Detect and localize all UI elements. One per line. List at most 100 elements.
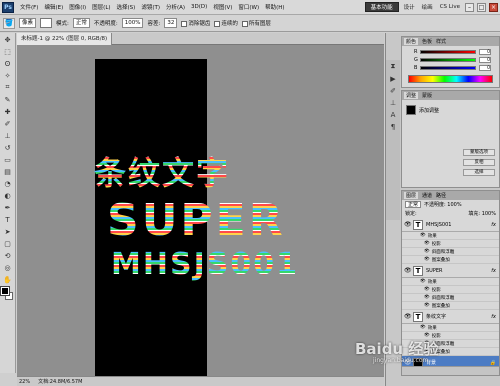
crop-tool-icon[interactable]: ⌗ (1, 82, 15, 93)
menu-3d[interactable]: 3D(D) (188, 4, 210, 10)
maximize-icon[interactable]: □ (477, 2, 486, 12)
shape-tool-icon[interactable]: ▢ (1, 238, 15, 249)
close-icon[interactable]: × (489, 2, 498, 12)
fx-icon[interactable]: fx (491, 222, 496, 228)
paint-bucket-tool-icon[interactable]: 🪣 (3, 17, 15, 29)
status-zoom[interactable]: 22% (19, 379, 30, 385)
3d-camera-tool-icon[interactable]: ◎ (1, 262, 15, 273)
3d-rotate-tool-icon[interactable]: ⟲ (1, 250, 15, 261)
document-tab[interactable]: 未标题-1 @ 22% (图层 0, RGB/8) (17, 32, 113, 45)
menu-select[interactable]: 选择(S) (114, 3, 139, 11)
tab-adjustments[interactable]: 调整 (404, 92, 419, 99)
opacity-field[interactable]: 100% (121, 18, 144, 28)
magic-wand-tool-icon[interactable]: ✧ (1, 70, 15, 81)
hand-tool-icon[interactable]: ✋ (1, 274, 15, 285)
tolerance-field[interactable]: 32 (164, 18, 178, 28)
eye-icon[interactable]: 👁 (424, 295, 430, 300)
menu-view[interactable]: 视图(V) (210, 3, 235, 11)
fx-icon[interactable]: fx (491, 314, 496, 320)
adjustment-item[interactable]: 添加调整 (402, 104, 499, 116)
effect-row[interactable]: 👁 效果 (402, 324, 499, 332)
eye-icon[interactable]: 👁 (424, 249, 430, 254)
layer-row[interactable]: 👁 T SUPER fx (402, 264, 499, 278)
move-tool-icon[interactable]: ✥ (1, 34, 15, 45)
character-panel-icon[interactable]: A (386, 109, 400, 120)
history-brush-tool-icon[interactable]: ↺ (1, 142, 15, 153)
blend-mode-select[interactable]: 正常 (405, 201, 422, 208)
workspace-design-link[interactable]: 设计 (402, 3, 417, 11)
history-panel-icon[interactable]: ⧗ (386, 61, 400, 72)
layer-opacity-field[interactable]: 不透明度: 100% (424, 201, 462, 208)
pen-tool-icon[interactable]: ✒ (1, 202, 15, 213)
eye-icon[interactable]: 👁 (404, 313, 412, 320)
fill-source-select[interactable]: 像素 (19, 18, 37, 28)
slider-blue[interactable]: B 0 (402, 64, 499, 72)
layer-row[interactable]: 👁 T MHSJS001 fx (402, 218, 499, 232)
tab-paths[interactable]: 路径 (436, 192, 446, 199)
menu-edit[interactable]: 编辑(E) (41, 3, 66, 11)
marquee-tool-icon[interactable]: ⬚ (1, 46, 15, 57)
type-tool-icon[interactable]: T (1, 214, 15, 225)
eye-icon[interactable]: 👁 (424, 241, 430, 246)
all-layers-checkbox[interactable]: 所有图层 (241, 19, 271, 27)
brushes-panel-icon[interactable]: ✐ (386, 85, 400, 96)
brush-tool-icon[interactable]: ✐ (1, 118, 15, 129)
menu-layer[interactable]: 图层(L) (89, 3, 113, 11)
tab-channels[interactable]: 通道 (422, 192, 432, 199)
fill-field[interactable]: 填充: 100% (468, 210, 496, 217)
effect-row[interactable]: 👁 图案叠加 (402, 256, 499, 264)
eye-icon[interactable]: 👁 (424, 303, 430, 308)
eye-icon[interactable]: 👁 (424, 287, 430, 292)
select-button[interactable]: 选择 (463, 169, 495, 176)
cs-live-link[interactable]: CS Live (438, 4, 462, 10)
layer-row[interactable]: 👁 T 条纹文字 fx (402, 310, 499, 324)
slider-red[interactable]: R 0 (402, 48, 499, 56)
healing-tool-icon[interactable]: ✚ (1, 106, 15, 117)
tab-layers[interactable]: 图层 (404, 192, 419, 199)
menu-filter[interactable]: 滤镜(T) (138, 3, 163, 11)
paragraph-panel-icon[interactable]: ¶ (386, 121, 400, 132)
eye-icon[interactable]: 👁 (404, 267, 412, 274)
slider-green[interactable]: G 0 (402, 56, 499, 64)
blur-tool-icon[interactable]: ◔ (1, 178, 15, 189)
lasso-tool-icon[interactable]: ʘ (1, 58, 15, 69)
red-value-field[interactable]: 0 (479, 49, 491, 55)
effect-row[interactable]: 👁 斜面和浮雕 (402, 248, 499, 256)
color-spectrum[interactable] (408, 75, 493, 83)
contiguous-checkbox[interactable]: 连续的 (214, 19, 238, 27)
effect-row[interactable]: 👁 斜面和浮雕 (402, 294, 499, 302)
effect-row[interactable]: 👁 投影 (402, 286, 499, 294)
gradient-tool-icon[interactable]: ▤ (1, 166, 15, 177)
color-swatches[interactable] (0, 286, 14, 301)
antialias-checkbox[interactable]: 消除锯齿 (181, 19, 210, 27)
effect-row[interactable]: 👁 投影 (402, 240, 499, 248)
mode-select[interactable]: 正常 (72, 18, 90, 28)
pattern-swatch[interactable] (40, 18, 53, 28)
eye-icon[interactable]: 👁 (420, 279, 426, 284)
mask-options-button[interactable]: 蒙版选项 (463, 149, 495, 156)
workspace-painting-link[interactable]: 绘画 (420, 3, 435, 11)
effect-row[interactable]: 👁 效果 (402, 232, 499, 240)
tab-styles[interactable]: 样式 (436, 38, 446, 45)
eye-icon[interactable]: 👁 (424, 257, 430, 262)
tab-color[interactable]: 颜色 (404, 38, 419, 45)
tab-masks[interactable]: 蒙版 (422, 92, 432, 99)
stamp-tool-icon[interactable]: ⊥ (1, 130, 15, 141)
workspace-essentials-button[interactable]: 基本功能 (364, 2, 399, 12)
menu-help[interactable]: 帮助(H) (262, 3, 287, 11)
eraser-tool-icon[interactable]: ▭ (1, 154, 15, 165)
invert-button[interactable]: 反相 (463, 159, 495, 166)
blue-value-field[interactable]: 0 (479, 65, 491, 71)
eye-icon[interactable]: 👁 (420, 233, 426, 238)
menu-image[interactable]: 图像(I) (66, 3, 89, 11)
fx-icon[interactable]: fx (491, 268, 496, 274)
effect-row[interactable]: 👁 效果 (402, 278, 499, 286)
menu-window[interactable]: 窗口(W) (235, 3, 262, 11)
clone-source-panel-icon[interactable]: ⊥ (386, 97, 400, 108)
effect-row[interactable]: 👁 图案叠加 (402, 302, 499, 310)
path-select-tool-icon[interactable]: ➤ (1, 226, 15, 237)
eye-icon[interactable]: 👁 (420, 325, 426, 330)
menu-file[interactable]: 文件(F) (17, 3, 41, 11)
actions-panel-icon[interactable]: ▶ (386, 73, 400, 84)
tab-swatches[interactable]: 色板 (422, 38, 432, 45)
